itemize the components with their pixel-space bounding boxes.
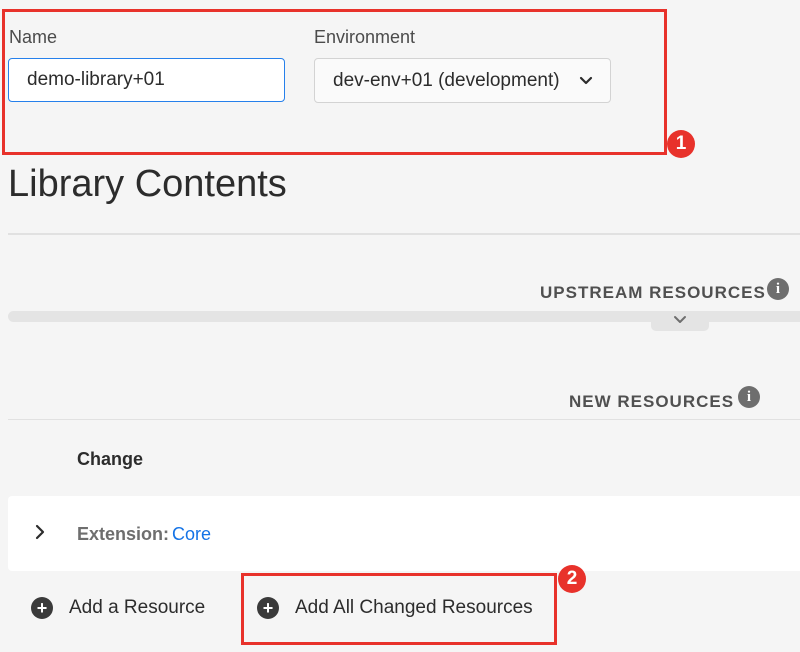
plus-circle-icon: + — [31, 597, 53, 619]
annotation-box-2 — [241, 573, 557, 645]
new-resources-title: NEW RESOURCES — [569, 392, 735, 411]
extension-label: Extension: — [77, 524, 170, 544]
annotation-badge-1: 1 — [667, 130, 695, 158]
upstream-resources-title: UPSTREAM RESOURCES — [540, 283, 766, 302]
divider — [8, 233, 800, 235]
extension-core-link[interactable]: Core — [172, 524, 211, 545]
annotation-box-1 — [2, 9, 667, 155]
divider — [8, 419, 800, 420]
change-column-header: Change — [77, 449, 144, 469]
page-title: Library Contents — [8, 163, 287, 205]
expand-upstream-button[interactable] — [651, 311, 709, 331]
add-resource-button[interactable]: + Add a Resource — [31, 597, 205, 619]
chevron-down-icon — [673, 312, 687, 330]
info-icon[interactable]: i — [767, 278, 789, 300]
add-resource-label: Add a Resource — [69, 597, 206, 618]
table-row: Extension: Core — [8, 496, 800, 571]
chevron-right-icon[interactable] — [34, 524, 46, 545]
info-icon[interactable]: i — [738, 386, 760, 408]
annotation-badge-2: 2 — [558, 565, 586, 593]
